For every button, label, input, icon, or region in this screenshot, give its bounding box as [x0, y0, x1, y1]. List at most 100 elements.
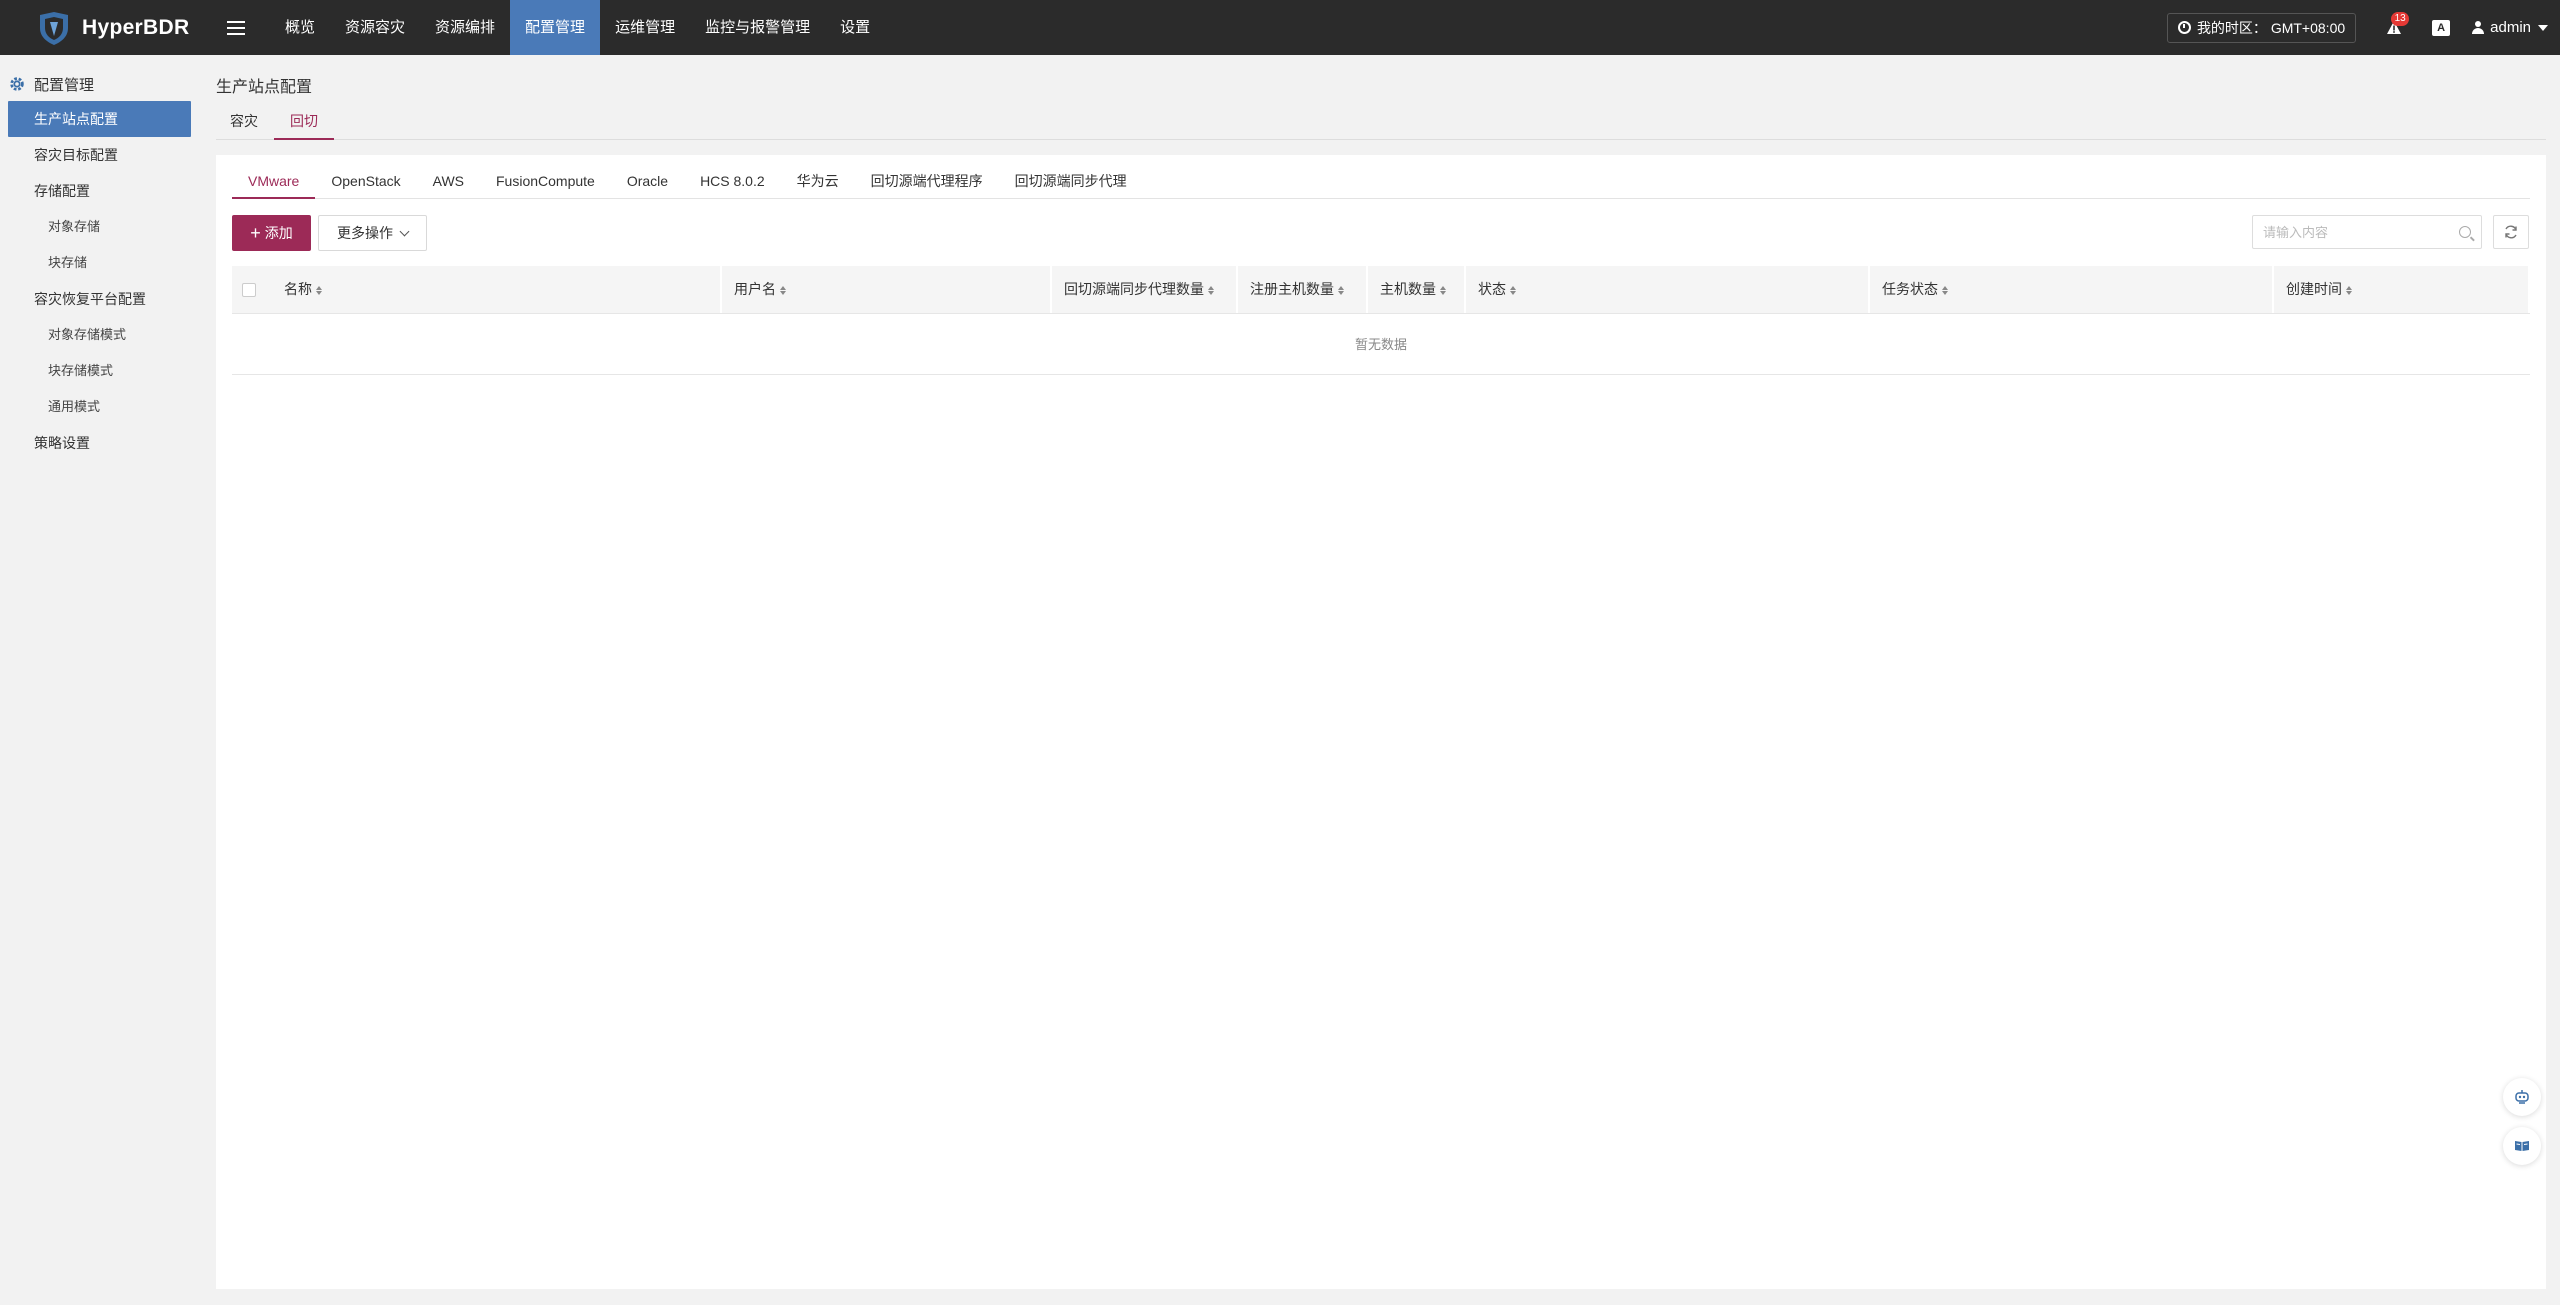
platform-tab-6[interactable]: 华为云 — [781, 169, 855, 199]
column-header-label: 主机数量 — [1380, 281, 1436, 298]
column-header-3[interactable]: 注册主机数量 — [1238, 266, 1368, 314]
sort-icon[interactable] — [1510, 286, 1516, 296]
sidebar-menu: 生产站点配置 容灾目标配置 存储配置 对象存储 块存储 容灾恢复平台配置 对象存储模式 块存储… — [0, 101, 203, 461]
column-header-2[interactable]: 回切源端同步代理数量 — [1052, 266, 1238, 314]
platform-tab-2[interactable]: AWS — [417, 169, 480, 199]
column-header-4[interactable]: 主机数量 — [1368, 266, 1466, 314]
column-header-label: 状态 — [1478, 281, 1506, 298]
empty-row: 暂无数据 — [232, 313, 2530, 375]
plus-icon: + — [250, 223, 261, 243]
main-nav: 概览 资源容灾 资源编排 配置管理 运维管理 监控与报警管理 设置 — [270, 0, 885, 55]
column-header-0[interactable]: 名称 — [272, 266, 722, 314]
user-menu[interactable]: admin — [2472, 19, 2548, 36]
column-header-6[interactable]: 任务状态 — [1870, 266, 2274, 314]
alert-count-badge: 13 — [2391, 11, 2410, 26]
column-header-label: 用户名 — [734, 281, 776, 298]
platform-tab-5[interactable]: HCS 8.0.2 — [684, 169, 781, 199]
gear-icon — [10, 77, 24, 91]
sort-icon[interactable] — [1942, 286, 1948, 296]
sidebar-item-5[interactable]: 容灾恢复平台配置 — [0, 281, 203, 317]
nav-item-6[interactable]: 设置 — [825, 0, 885, 55]
column-header-7[interactable]: 创建时间 — [2274, 266, 2530, 314]
more-actions-button[interactable]: 更多操作 — [318, 215, 427, 251]
robot-icon — [2515, 1090, 2529, 1104]
user-icon — [2472, 21, 2485, 34]
sidebar-header: 配置管理 — [0, 67, 203, 101]
hyperbdr-logo-icon — [40, 11, 68, 45]
column-header-label: 回切源端同步代理数量 — [1064, 281, 1204, 298]
alerts-button[interactable]: 13 — [2384, 11, 2410, 38]
sort-icon[interactable] — [2346, 286, 2352, 296]
nav-item-1[interactable]: 资源容灾 — [330, 0, 420, 55]
content-card: VMware OpenStack AWS FusionCompute Oracle HCS… — [216, 155, 2546, 1289]
nav-item-4[interactable]: 运维管理 — [600, 0, 690, 55]
timezone-display[interactable]: 我的时区： GMT+08:00 — [2166, 12, 2357, 43]
add-button-label: 添加 — [264, 225, 293, 241]
platform-tab-0[interactable]: VMware — [232, 169, 316, 199]
sidebar-header-label: 配置管理 — [34, 76, 95, 94]
refresh-button[interactable] — [2493, 215, 2529, 249]
username: admin — [2490, 19, 2531, 36]
language-switch-icon[interactable]: A — [2432, 19, 2451, 36]
column-header-1[interactable]: 用户名 — [722, 266, 1052, 314]
page-tab-0[interactable]: 容灾 — [216, 110, 274, 140]
sidebar-item-6[interactable]: 对象存储模式 — [0, 317, 203, 353]
clock-icon — [2177, 21, 2191, 34]
table-header-row: 名称 用户名 回切源端同步代理数量 注册主机数量 主机数量 状态 任务状态 创建时间 — [232, 266, 2530, 314]
docs-button[interactable] — [2503, 1127, 2541, 1165]
top-navbar: HyperBDR 概览 资源容灾 资源编排 配置管理 运维管理 监控与报警管理 设置 我的时… — [0, 0, 2560, 55]
chevron-down-icon — [399, 226, 410, 236]
app-logo[interactable]: HyperBDR — [36, 10, 216, 46]
column-header-label: 名称 — [284, 281, 312, 298]
sidebar-item-8[interactable]: 通用模式 — [0, 389, 203, 425]
platform-tab-7[interactable]: 回切源端代理程序 — [855, 169, 999, 199]
search-box — [2252, 215, 2482, 249]
timezone-text: 我的时区： GMT+08:00 — [2196, 19, 2346, 36]
sort-icon[interactable] — [780, 286, 786, 296]
platform-tab-8[interactable]: 回切源端同步代理 — [999, 169, 1143, 199]
column-header-label: 注册主机数量 — [1250, 281, 1334, 298]
page-tab-1[interactable]: 回切 — [274, 110, 334, 140]
sidebar-item-7[interactable]: 块存储模式 — [0, 353, 203, 389]
sort-icon[interactable] — [1338, 286, 1344, 296]
sidebar-item-2[interactable]: 存储配置 — [0, 173, 203, 209]
more-actions-label: 更多操作 — [337, 225, 393, 241]
nav-item-5[interactable]: 监控与报警管理 — [690, 0, 825, 55]
sidebar-item-4[interactable]: 块存储 — [0, 245, 203, 281]
nav-item-0[interactable]: 概览 — [270, 0, 330, 55]
column-divider — [2528, 266, 2530, 313]
sidebar-item-3[interactable]: 对象存储 — [0, 209, 203, 245]
menu-toggle-icon[interactable] — [216, 8, 256, 48]
select-all-checkbox[interactable] — [242, 283, 256, 298]
topbar-right: 我的时区： GMT+08:00 13 A admin — [2166, 0, 2548, 55]
empty-text: 暂无数据 — [232, 313, 2530, 375]
platform-tab-4[interactable]: Oracle — [611, 169, 684, 199]
book-icon — [2515, 1141, 2529, 1151]
column-header-5[interactable]: 状态 — [1466, 266, 1870, 314]
sort-icon[interactable] — [1208, 286, 1214, 296]
select-all-cell — [232, 266, 272, 314]
add-button[interactable]: + 添加 — [232, 215, 311, 251]
app-name: HyperBDR — [82, 15, 190, 39]
sort-icon[interactable] — [316, 286, 322, 296]
nav-item-2[interactable]: 资源编排 — [420, 0, 510, 55]
sidebar-item-9[interactable]: 策略设置 — [0, 425, 203, 461]
search-icon[interactable] — [2459, 226, 2471, 238]
column-header-label: 创建时间 — [2286, 281, 2342, 298]
sidebar-item-1[interactable]: 容灾目标配置 — [0, 137, 203, 173]
platform-tab-3[interactable]: FusionCompute — [480, 169, 611, 199]
robot-assistant-button[interactable] — [2503, 1078, 2541, 1116]
page-tabs: 容灾 回切 — [216, 110, 2546, 140]
data-table: 名称 用户名 回切源端同步代理数量 注册主机数量 主机数量 状态 任务状态 创建时间 暂无数据 — [232, 266, 2530, 375]
search-input[interactable] — [2263, 224, 2459, 240]
refresh-icon — [2505, 225, 2517, 239]
sidebar: 配置管理 生产站点配置 容灾目标配置 存储配置 对象存储 块存储 容灾恢复平台配置 对象存储… — [0, 55, 203, 1305]
platform-tab-1[interactable]: OpenStack — [315, 169, 416, 199]
nav-item-3[interactable]: 配置管理 — [510, 0, 601, 55]
caret-down-icon — [2538, 24, 2548, 31]
platform-tabs: VMware OpenStack AWS FusionCompute Oracle HCS… — [232, 169, 2530, 199]
column-header-label: 任务状态 — [1882, 281, 1938, 298]
page-title: 生产站点配置 — [216, 79, 313, 96]
sort-icon[interactable] — [1440, 286, 1446, 296]
sidebar-item-0[interactable]: 生产站点配置 — [8, 101, 191, 137]
